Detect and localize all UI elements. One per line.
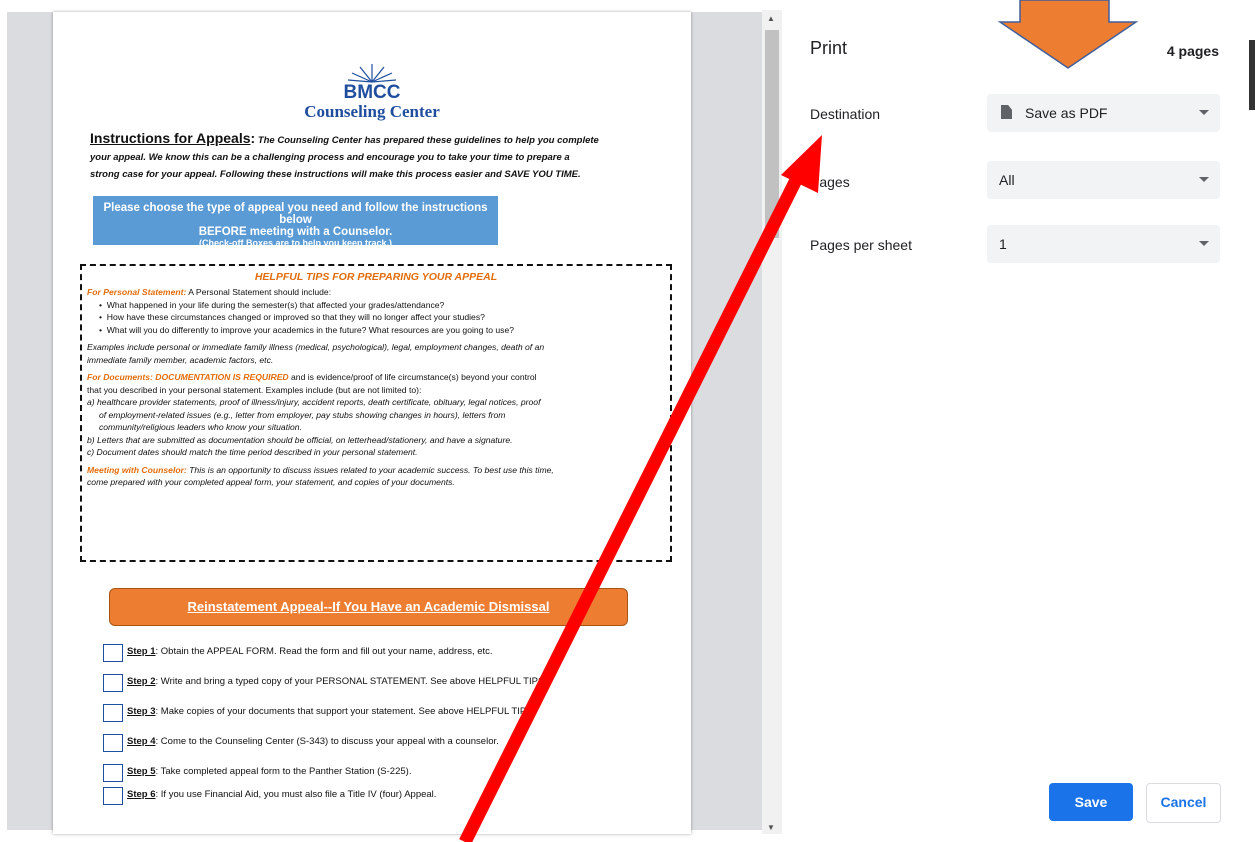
step-number: Step 6 [127, 789, 156, 800]
meeting-text-1: This is an opportunity to discuss issues… [189, 464, 554, 475]
print-settings-panel: Print 4 pages Destination Save as PDF Pa… [782, 0, 1255, 842]
pages-per-sheet-label: Pages per sheet [810, 237, 912, 253]
step-text: Step 2: Write and bring a typed copy of … [127, 676, 547, 687]
docs-a-1: a) healthcare provider statements, proof… [87, 397, 541, 407]
scrollbar-thumb[interactable] [765, 30, 779, 238]
cancel-button[interactable]: Cancel [1146, 783, 1221, 823]
print-title: Print [810, 38, 848, 58]
docs-a-2: of employment-related issues (e.g., lett… [98, 409, 506, 420]
intro-paragraph: Instructions for Appeals: The Counseling… [90, 130, 599, 180]
logo-text: BMCC [343, 82, 401, 103]
step-text: Step 3: Make copies of your documents th… [127, 706, 535, 717]
step-number: Step 4 [127, 736, 156, 747]
destination-value: Save as PDF [1025, 105, 1108, 121]
bullet-3: What will you do differently to improve … [106, 324, 515, 335]
step-checkbox [103, 764, 123, 782]
pages-label: Pages [810, 174, 850, 190]
choose-line-1: Please choose the type of appeal you nee… [103, 202, 488, 226]
tips-content: For Personal Statement: A Personal State… [87, 287, 554, 487]
page-count: 4 pages [1166, 43, 1219, 59]
intro-line-1: The Counseling Center has prepared these… [257, 135, 599, 146]
intro-heading: Instructions for Appeals [90, 130, 251, 146]
document-page: BMCC Counseling Center Instructions for … [53, 12, 691, 834]
step-checkbox [103, 734, 123, 752]
meeting-text-2: come prepared with your completed appeal… [87, 477, 455, 487]
step-text: Step 5: Take completed appeal form to th… [127, 766, 411, 777]
step-number: Step 2 [127, 676, 156, 687]
print-preview-area: BMCC Counseling Center Instructions for … [0, 0, 762, 842]
choose-appeal-banner: Please choose the type of appeal you nee… [93, 196, 498, 248]
docs-text-1: and is evidence/proof of life circumstan… [291, 372, 537, 382]
step-text: Step 1: Obtain the APPEAL FORM. Read the… [127, 646, 493, 657]
tips-title: HELPFUL TIPS FOR PREPARING YOUR APPEAL [254, 271, 498, 283]
step-text: Step 6: If you use Financial Aid, you mu… [127, 789, 436, 800]
personal-text: A Personal Statement should include: [188, 287, 332, 297]
docs-a-3: community/religious leaders who know you… [98, 422, 302, 432]
docs-label: For Documents: DOCUMENTATION IS REQUIRED [87, 372, 289, 382]
choose-line-2: BEFORE meeting with a Counselor. [198, 226, 393, 238]
document-icon [1001, 105, 1012, 119]
chevron-down-icon [1199, 110, 1209, 115]
step-text: Step 4: Come to the Counseling Center (S… [127, 736, 499, 747]
intro-line-2: your appeal. We know this can be a chall… [90, 152, 570, 163]
step-description: : Make copies of your documents that sup… [155, 706, 536, 717]
examples-line-2: immediate family member, academic factor… [87, 354, 274, 365]
scroll-up-icon[interactable]: ▲ [767, 14, 775, 23]
pages-per-sheet-select[interactable]: 1 [987, 225, 1220, 263]
step-checkbox [103, 704, 123, 722]
step-checkbox [103, 674, 123, 692]
examples-line-1: Examples include personal or immediate f… [87, 342, 545, 352]
step-checkbox [103, 787, 123, 805]
logo-subtitle: Counseling Center [304, 102, 440, 121]
step-description: : Obtain the APPEAL FORM. Read the form … [155, 646, 493, 657]
step-description: : Write and bring a typed copy of your P… [155, 676, 547, 687]
bullet-1: What happened in your life during the se… [106, 299, 445, 310]
pages-value: All [999, 172, 1015, 188]
docs-c: c) Document dates should match the time … [87, 447, 418, 457]
save-button[interactable]: Save [1049, 783, 1133, 821]
helpful-tips-box: HELPFUL TIPS FOR PREPARING YOUR APPEAL F… [80, 264, 672, 562]
chevron-down-icon [1199, 241, 1209, 246]
preview-scrollbar[interactable]: ▲ ▼ [762, 10, 782, 834]
bullet-2: How have these circumstances changed or … [106, 312, 485, 322]
step-description: : Come to the Counseling Center (S-343) … [155, 736, 499, 747]
choose-line-3: (Check-off Boxes are to help you keep tr… [198, 238, 393, 248]
scroll-down-icon[interactable]: ▼ [767, 823, 775, 832]
docs-b: b) Letters that are submitted as documen… [87, 434, 513, 445]
step-number: Step 1 [127, 646, 156, 657]
intro-line-3: strong case for your appeal. Following t… [90, 169, 581, 180]
step-checkbox [103, 644, 123, 662]
step-description: : If you use Financial Aid, you must als… [155, 789, 437, 800]
chevron-down-icon [1199, 177, 1209, 182]
pages-per-sheet-value: 1 [999, 236, 1007, 252]
pages-select[interactable]: All [987, 161, 1220, 199]
window-edge [1249, 40, 1255, 110]
step-number: Step 5 [127, 766, 156, 777]
step-description: : Take completed appeal form to the Pant… [155, 766, 412, 777]
docs-text-2: that you described in your personal stat… [87, 384, 422, 395]
destination-label: Destination [810, 106, 881, 122]
reinstatement-banner: Reinstatement Appeal--If You Have an Aca… [109, 588, 628, 626]
destination-select[interactable]: Save as PDF [987, 94, 1220, 132]
personal-label: For Personal Statement: [87, 287, 187, 297]
step-number: Step 3 [127, 706, 156, 717]
meeting-label: Meeting with Counselor: [87, 464, 187, 475]
